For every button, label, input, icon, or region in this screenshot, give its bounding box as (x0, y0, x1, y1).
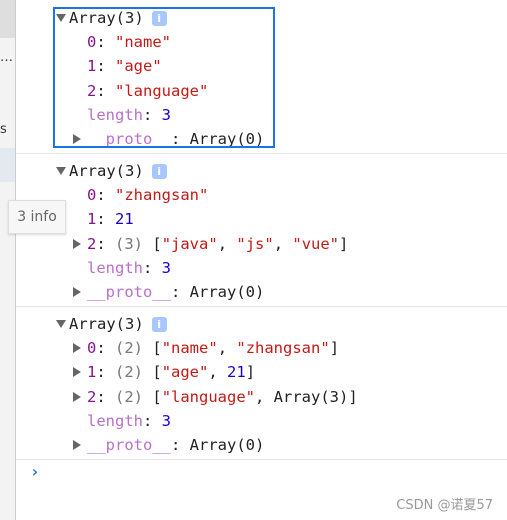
property-value: , (217, 234, 237, 253)
tooltip: 3 info (8, 200, 66, 234)
property-value: [ (152, 363, 162, 382)
property-row[interactable]: 2: (3) ["java", "js", "vue"] (73, 232, 348, 256)
property-value: Array(0) (189, 436, 265, 455)
property-value: (2) (115, 387, 153, 406)
expand-triangle-icon[interactable] (73, 287, 81, 298)
property-key: __proto__ (87, 436, 171, 455)
property-row[interactable]: 0: (2) ["name", "zhangsan"] (73, 336, 339, 360)
property-key: 1 (87, 210, 97, 229)
sidebar-item-selected[interactable] (0, 0, 15, 38)
property-value: ] (245, 363, 256, 382)
sidebar-item-highlighted[interactable] (0, 148, 15, 182)
property-value: "vue" (292, 234, 340, 253)
expand-triangle-icon[interactable] (73, 440, 81, 451)
property-row: 0: "zhangsan" (87, 186, 209, 204)
property-value: "age" (161, 363, 209, 382)
property-value: "zhangsan" (115, 186, 209, 204)
console-prompt[interactable]: › (30, 462, 40, 481)
property-row[interactable]: __proto__: Array(0) (73, 433, 264, 457)
property-row: 1: 21 (87, 210, 134, 229)
property-value: "name" (161, 339, 218, 357)
property-value: Array(0) (189, 283, 265, 302)
property-value: "zhangsan" (236, 339, 330, 357)
property-row: length: 3 (87, 411, 172, 430)
property-row[interactable]: 1: (2) ["age", 21] (73, 360, 255, 384)
collapse-triangle-icon[interactable] (56, 167, 66, 175)
property-value: ] (339, 234, 349, 253)
sidebar: … s (0, 0, 16, 520)
watermark: CSDN @诺夏57 (396, 498, 493, 513)
expand-triangle-icon[interactable] (73, 391, 81, 402)
property-value: , (208, 363, 228, 382)
property-value: , (273, 234, 293, 253)
array-header[interactable]: Array(3) i (56, 312, 167, 336)
property-key: __proto__ (87, 283, 171, 302)
property-value: (2) (115, 363, 153, 382)
property-value: (2) (115, 339, 153, 357)
property-key: 1 (87, 363, 97, 382)
property-key: length (87, 258, 143, 277)
array-label: Array(3) (69, 315, 144, 333)
property-value: 21 (227, 363, 246, 382)
expand-triangle-icon[interactable] (73, 238, 81, 249)
property-value: 3 (161, 258, 172, 277)
sidebar-item[interactable]: … (0, 50, 13, 65)
sidebar-item[interactable]: s (0, 122, 7, 137)
property-value: "js" (236, 234, 274, 253)
property-value: [ (152, 339, 162, 357)
collapse-triangle-icon[interactable] (56, 320, 66, 328)
property-key: 0 (87, 186, 97, 204)
expand-triangle-icon[interactable] (73, 343, 81, 353)
property-row[interactable]: 2: (2) ["language", Array(3)] (73, 385, 358, 409)
property-row[interactable]: __proto__: Array(0) (73, 280, 264, 304)
info-icon: i (151, 317, 167, 332)
array-label: Array(3) (69, 162, 144, 180)
property-value: (3) (115, 234, 153, 253)
property-value: "language" (161, 387, 256, 406)
property-row: length: 3 (87, 258, 172, 277)
property-value: [ (152, 387, 162, 406)
log-entry: Array(3) i 0: "zhangsan" 1: 21 2: (3) ["java… (16, 158, 507, 307)
property-value: , Array(3)] (255, 387, 358, 406)
info-icon: i (151, 164, 167, 179)
property-key: 0 (87, 339, 97, 357)
array-header[interactable]: Array(3) i (56, 159, 167, 183)
property-key: 2 (87, 387, 97, 406)
property-value: , (217, 339, 237, 357)
property-key: length (87, 411, 143, 430)
highlight-box (53, 7, 275, 148)
property-value: ] (329, 339, 340, 357)
property-key: 2 (87, 234, 97, 253)
property-value: [ (152, 234, 162, 253)
expand-triangle-icon[interactable] (73, 367, 81, 378)
log-entry: Array(3) i 0: (2) ["name", "zhangsan"] 1: (… (16, 311, 507, 460)
property-value: 3 (161, 411, 172, 430)
property-value: 21 (115, 210, 134, 229)
property-value: "java" (161, 234, 218, 253)
